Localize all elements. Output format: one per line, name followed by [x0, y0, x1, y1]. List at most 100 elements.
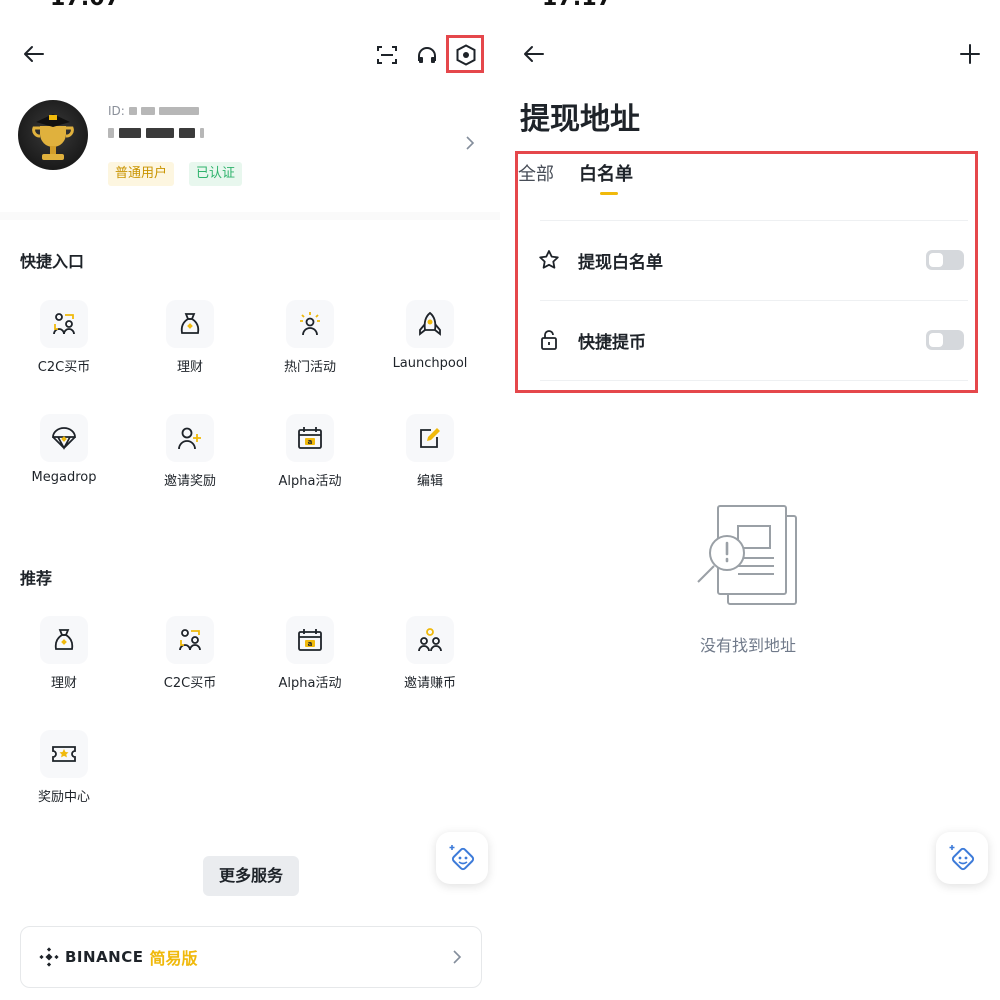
c2c-people-icon [53, 313, 75, 335]
support-button[interactable] [414, 42, 440, 68]
unlock-icon [541, 330, 557, 350]
quick-edit-button[interactable]: 编辑 [380, 414, 480, 494]
add-address-button[interactable] [956, 40, 984, 68]
grid-label: 邀请赚币 [403, 676, 456, 691]
recommend-title: 推荐 [20, 569, 53, 588]
quick-alpha-button[interactable]: a Alpha活动 [260, 414, 360, 494]
masked-text [200, 128, 204, 138]
trophy-avatar-icon [32, 114, 74, 160]
grid-label: Launchpool [392, 356, 468, 371]
page-title: 提现地址 [520, 102, 640, 137]
back-arrow-icon [524, 46, 544, 62]
svg-text:a: a [308, 438, 313, 446]
grid-label: 奖励中心 [37, 790, 90, 805]
quick-megadrop-button[interactable]: Megadrop [14, 414, 114, 494]
masked-text [140, 107, 155, 115]
lite-mode-label: 简易版 [149, 949, 198, 968]
grid-label: 理财 [50, 676, 77, 691]
parachute-icon [52, 427, 76, 450]
whitelist-setting-row: 提现白名单 [538, 235, 968, 285]
headset-icon [418, 47, 436, 63]
quick-entry-title: 快捷入口 [20, 252, 85, 271]
edit-icon [420, 428, 440, 448]
quick-withdraw-setting-row: 快捷提币 [538, 315, 968, 365]
calendar-a-icon: a [298, 629, 322, 651]
ai-assistant-icon [949, 845, 975, 871]
grid-label: 编辑 [416, 474, 443, 489]
quick-c2c-button[interactable]: C2C买币 [14, 300, 114, 380]
calendar-a-icon: a [298, 427, 322, 449]
money-bag-icon [54, 629, 74, 650]
star-icon [539, 250, 559, 269]
masked-text [108, 128, 114, 138]
more-services-button[interactable]: 更多服务 [203, 856, 299, 896]
masked-text [146, 128, 174, 138]
chevron-right-icon [466, 136, 475, 150]
toggle-knob [929, 333, 943, 347]
rec-alpha-button[interactable]: a Alpha活动 [260, 616, 360, 696]
binance-logo-icon [39, 947, 59, 967]
add-person-icon [178, 427, 201, 450]
c2c-people-icon [179, 629, 201, 651]
status-time: 17:17 [542, 0, 612, 11]
binance-lite-bar[interactable]: BINANCE 简易版 [20, 926, 482, 988]
quick-launchpool-button[interactable]: Launchpool [380, 300, 480, 380]
money-bag-icon [180, 313, 200, 334]
back-button[interactable] [20, 40, 48, 68]
masked-text [179, 128, 195, 138]
person-sparkle-icon [300, 312, 320, 336]
status-indicators: ···· [330, 0, 353, 7]
grid-label: Megadrop [31, 470, 97, 485]
rocket-icon [419, 311, 441, 336]
withdraw-address-screen: 17:17 ···· [500, 0, 1000, 1000]
settings-button[interactable] [453, 42, 479, 68]
grid-label: Alpha活动 [278, 676, 342, 691]
tab-whitelist[interactable]: 白名单 [579, 160, 633, 186]
id-label: ID: [108, 104, 125, 118]
svg-text:a: a [308, 640, 313, 648]
assistant-float-button[interactable] [436, 832, 488, 884]
active-tab-indicator [600, 192, 618, 195]
assistant-float-button[interactable] [936, 832, 988, 884]
status-indicators: ···· [860, 0, 883, 7]
masked-text [119, 128, 141, 138]
scan-icon [377, 46, 397, 64]
toggle-knob [929, 253, 943, 267]
settings-hexagon-icon [456, 44, 476, 66]
grid-label: Alpha活动 [278, 474, 342, 489]
back-button[interactable] [520, 40, 548, 68]
scan-button[interactable] [374, 42, 400, 68]
setting-label: 快捷提币 [578, 332, 646, 353]
status-time: 17:07 [50, 0, 120, 11]
quick-events-button[interactable]: 热门活动 [260, 300, 360, 380]
back-arrow-icon [24, 46, 44, 62]
ai-assistant-icon [449, 845, 475, 871]
empty-state-illustration [694, 504, 804, 614]
masked-text [128, 107, 137, 115]
user-name [108, 128, 204, 138]
empty-state-text: 没有找到地址 [700, 636, 797, 655]
profile-chevron[interactable] [460, 133, 480, 153]
grid-label: C2C买币 [163, 676, 217, 691]
rec-invite-earn-button[interactable]: 邀请赚币 [380, 616, 480, 696]
rec-rewards-button[interactable]: 奖励中心 [14, 730, 114, 810]
group-icon [418, 628, 442, 652]
whitelist-toggle[interactable] [926, 250, 964, 270]
grid-label: C2C买币 [37, 360, 91, 375]
quick-referral-button[interactable]: 邀请奖励 [140, 414, 240, 494]
masked-text [158, 107, 199, 115]
plus-icon [960, 44, 980, 64]
quick-withdraw-toggle[interactable] [926, 330, 964, 350]
avatar[interactable] [18, 100, 88, 170]
rec-earn-button[interactable]: 理财 [14, 616, 114, 696]
user-id: ID: [108, 104, 199, 118]
section-divider [0, 212, 500, 220]
divider [540, 380, 968, 381]
tab-all[interactable]: 全部 [518, 160, 554, 186]
binance-wordmark: BINANCE [65, 948, 144, 966]
verified-badge: 已认证 [189, 162, 243, 186]
rec-c2c-button[interactable]: C2C买币 [140, 616, 240, 696]
no-document-icon [697, 505, 797, 605]
quick-earn-button[interactable]: 理财 [140, 300, 240, 380]
divider [540, 220, 968, 221]
